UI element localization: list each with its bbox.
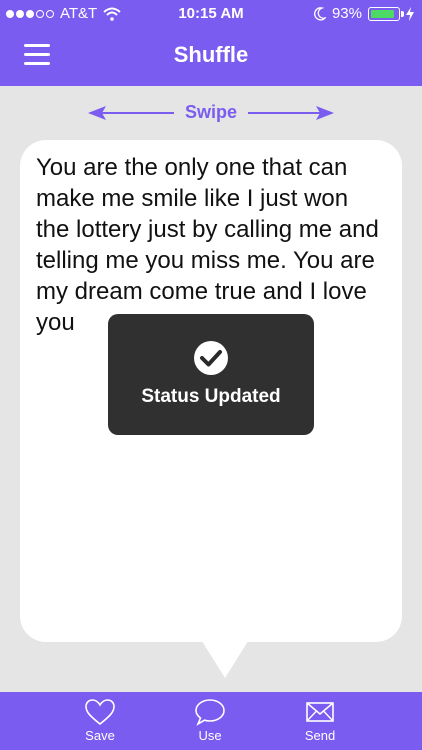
message-card-tail [195,630,255,678]
moon-icon [314,6,326,20]
header: AT&T 10:15 AM 93% Shuffle [0,0,422,86]
status-right: 93% [314,5,414,22]
charging-bolt-icon [406,6,414,21]
status-updated-toast: Status Updated [108,314,314,435]
envelope-icon [306,702,334,722]
swipe-hint: Swipe [0,96,422,130]
checkmark-icon [194,341,228,375]
use-button[interactable]: Use [180,698,240,743]
nav-bar: Shuffle [0,28,422,86]
battery-percent: 93% [331,5,362,22]
toast-message: Status Updated [141,386,281,407]
status-bar: AT&T 10:15 AM 93% [0,0,422,28]
send-label: Send [304,728,336,743]
use-label: Use [198,728,222,743]
battery-fill [371,9,394,18]
save-label: Save [85,728,115,743]
page-title: Shuffle [173,42,249,67]
swipe-label: Swipe [184,102,237,122]
speech-bubble-icon [195,699,225,726]
message-text: You are the only one that can make me sm… [36,154,379,336]
send-button[interactable]: Send [290,698,350,743]
heart-icon [85,699,115,726]
tab-bar: Save Use Send [0,692,422,750]
save-button[interactable]: Save [70,698,130,743]
battery-icon [368,6,404,21]
